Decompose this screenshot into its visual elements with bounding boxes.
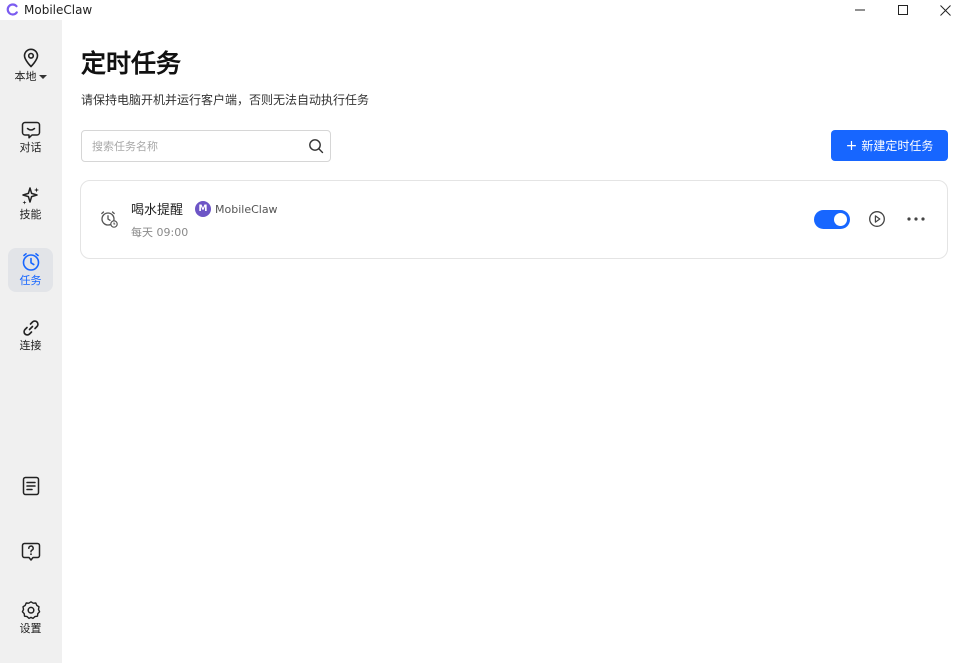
sidebar-item-label: 任务 (19, 274, 42, 287)
page-subtitle: 请保持电脑开机并运行客户端，否则无法自动执行任务 (81, 93, 370, 107)
link-icon (22, 320, 39, 336)
minimize-icon (855, 9, 865, 11)
minimize-button[interactable] (837, 0, 883, 20)
play-icon[interactable] (868, 210, 886, 228)
sidebar-item-label: 技能 (19, 208, 42, 221)
settings-button[interactable]: 设置 (8, 596, 53, 640)
task-enabled-toggle[interactable] (814, 210, 850, 229)
help-icon (21, 542, 40, 561)
more-icon (907, 217, 925, 221)
sidebar-item-label: 对话 (19, 141, 42, 154)
main-content: 定时任务 请保持电脑开机并运行客户端，否则无法自动执行任务 + 新建定时任务 喝… (62, 20, 960, 663)
task-name: 喝水提醒 (131, 203, 184, 218)
new-task-button[interactable]: + 新建定时任务 (831, 130, 948, 161)
docs-button[interactable] (8, 468, 53, 504)
sidebar-item-skills[interactable]: 技能 (8, 182, 53, 226)
search-icon[interactable] (308, 138, 324, 154)
agent-name: MobileClaw (215, 203, 278, 216)
document-icon (22, 476, 39, 496)
title-bar: MobileClaw (0, 0, 960, 20)
sidebar-item-label: 连接 (19, 339, 42, 352)
close-icon (939, 4, 951, 16)
sidebar-item-connections[interactable]: 连接 (8, 314, 53, 358)
maximize-icon (898, 5, 908, 15)
location-label: 本地 (14, 70, 37, 83)
help-button[interactable] (8, 534, 53, 570)
toggle-knob (834, 213, 847, 226)
gear-icon (21, 601, 40, 620)
clock-icon (22, 253, 39, 271)
app-logo-icon (6, 3, 18, 16)
location-selector[interactable]: 本地 (8, 44, 53, 88)
plus-icon: + (845, 137, 858, 154)
more-options-button[interactable] (906, 210, 926, 228)
sidebar-item-chat[interactable]: 对话 (8, 116, 53, 160)
task-card[interactable]: 喝水提醒 M MobileClaw 每天 09:00 (80, 180, 948, 259)
sidebar: 本地 对话 技能 任务 连接 设置 (0, 20, 62, 663)
task-schedule: 每天 09:00 (131, 226, 189, 239)
location-pin-icon (23, 48, 38, 68)
caret-down-icon (38, 75, 47, 79)
page-title: 定时任务 (81, 49, 182, 78)
alarm-clock-icon (101, 211, 118, 228)
settings-label: 设置 (19, 622, 42, 635)
app-title: MobileClaw (24, 3, 93, 17)
sparkle-icon (21, 187, 39, 205)
chat-icon (21, 121, 40, 139)
sidebar-item-tasks[interactable]: 任务 (8, 248, 53, 292)
new-task-label: 新建定时任务 (861, 139, 934, 153)
maximize-button[interactable] (880, 0, 926, 20)
search-input[interactable] (92, 137, 292, 155)
close-window-button[interactable] (922, 0, 960, 20)
agent-avatar: M (195, 201, 211, 217)
search-box (81, 130, 331, 162)
